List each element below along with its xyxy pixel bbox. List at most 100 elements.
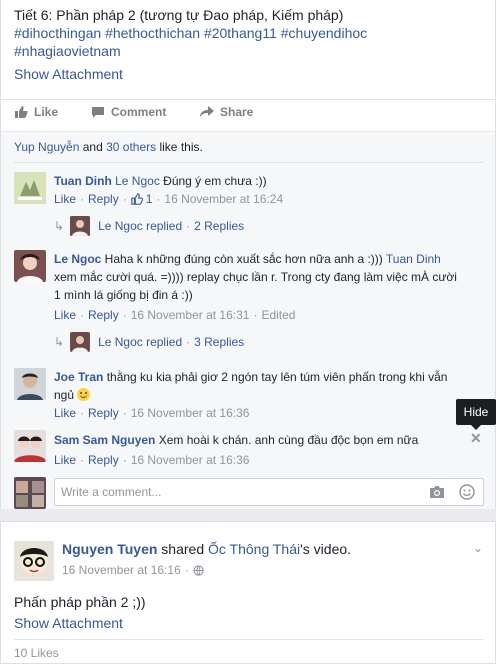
comment-text: Tuan Dinh Le Ngoc Đúng ý em chưa :)) <box>54 172 464 190</box>
thumbs-up-icon <box>131 193 143 205</box>
comment-meta: Like · Reply · 16 November at 16:31 · Edite… <box>54 308 296 322</box>
thumbs-up-icon <box>15 106 28 118</box>
reply-arrow-icon: ↳ <box>54 219 65 233</box>
divider <box>14 162 484 163</box>
chevron-down-icon[interactable]: ⌄ <box>473 541 483 555</box>
post-hashtags-2[interactable]: #nhagiaovietnam <box>14 42 484 60</box>
post-text: Tiết 6: Phần pháp 2 (tương tự Đao pháp, … <box>14 6 484 60</box>
avatar-image-icon <box>14 172 46 204</box>
avatar-image-icon <box>14 541 54 581</box>
comment-meta: Like · Reply · 16 November at 16:36 <box>54 453 250 467</box>
shared-post-header: Nguyen Tuyen shared Ốc Thông Thái's vide… <box>62 541 351 557</box>
avatar[interactable] <box>14 541 54 581</box>
liker-name[interactable]: Yup Nguyễn <box>14 140 79 154</box>
comment-reply-link[interactable]: Reply <box>88 453 119 467</box>
close-icon[interactable]: ✕ <box>470 430 482 447</box>
post-card: Tiết 6: Phần pháp 2 (tương tự Đao pháp, … <box>0 0 496 509</box>
avatar-image-icon <box>14 368 46 400</box>
share-icon <box>200 106 214 117</box>
comment-time[interactable]: 16 November at 16:36 <box>131 453 250 467</box>
comment-reply-link[interactable]: Reply <box>88 308 119 322</box>
shared-text: shared <box>157 541 209 557</box>
comments-section: Yup Nguyễn and 30 others like this. Tuan… <box>1 131 495 509</box>
likes-and: and <box>79 140 107 154</box>
comment-body: Haha k những đúng còn xuất sắc hơn nữa a… <box>101 252 386 266</box>
others-link[interactable]: 30 others <box>106 140 156 154</box>
shared-post-card: Nguyen Tuyen shared Ốc Thông Thái's vide… <box>0 521 496 664</box>
shared-post-author[interactable]: Nguyen Tuyen <box>62 541 157 557</box>
mention[interactable]: Le Ngoc <box>115 174 160 188</box>
comment-like-link[interactable]: Like <box>54 192 76 206</box>
replies-count[interactable]: 3 Replies <box>194 335 244 349</box>
reply-arrow-icon: ↳ <box>54 335 65 349</box>
comment-author[interactable]: Le Ngoc <box>54 252 101 266</box>
comment-icon <box>92 107 104 118</box>
comment-input-placeholder: Write a comment... <box>61 485 162 499</box>
hide-tooltip: Hide <box>456 399 496 430</box>
replied-by[interactable]: Le Ngoc replied <box>98 335 182 349</box>
comment-like-link[interactable]: Like <box>54 453 76 467</box>
comment-meta: Like · Reply · 16 November at 16:36 <box>54 406 250 420</box>
avatar[interactable] <box>14 430 46 462</box>
comment-like-link[interactable]: Like <box>54 308 76 322</box>
comment-author[interactable]: Joe Tran <box>54 370 103 384</box>
my-avatar[interactable] <box>14 477 46 509</box>
like-label: Like <box>34 105 59 119</box>
globe-icon[interactable] <box>193 564 204 576</box>
likes-summary: Yup Nguyễn and 30 others like this. <box>14 140 203 154</box>
comment-reply-link[interactable]: Reply <box>88 192 119 206</box>
comment-body: thằng ku kia phải giơ 2 ngón tay lên túm… <box>54 370 448 402</box>
replies-count[interactable]: 2 Replies <box>194 219 244 233</box>
comment-body: xem mắc cười quá. =)))) replay chục lần … <box>54 270 457 302</box>
comment-label: Comment <box>111 105 167 119</box>
shared-page-link[interactable]: Ốc Thông Thái <box>208 541 300 557</box>
comment-time[interactable]: 16 November at 16:36 <box>131 406 250 420</box>
shared-post-body: Phấn pháp phần 2 ;)) <box>14 594 146 610</box>
camera-icon[interactable] <box>429 485 445 499</box>
shared-post-time: 16 November at 16:16 · <box>62 563 204 577</box>
share-button[interactable]: Share <box>200 105 253 119</box>
shared-suffix: 's video. <box>300 541 352 557</box>
comment-author[interactable]: Tuan Dinh <box>54 174 112 188</box>
replies-row[interactable]: ↳ Le Ngoc replied · 2 Replies <box>54 216 244 236</box>
post-timestamp[interactable]: 16 November at 16:16 <box>62 563 181 577</box>
comment-body: Xem hoài k chán. anh cùng đầu độc bọn em… <box>155 433 419 447</box>
comment-text: Le Ngoc Haha k những đúng còn xuất sắc h… <box>54 250 464 304</box>
comment-time[interactable]: 16 November at 16:31 <box>131 308 250 322</box>
show-attachment-link[interactable]: Show Attachment <box>14 615 123 631</box>
avatar-image-icon <box>14 250 46 282</box>
comment-author[interactable]: Sam Sam Nguyen <box>54 433 155 447</box>
emoji-icon[interactable] <box>459 484 475 500</box>
comment-like-link[interactable]: Like <box>54 406 76 420</box>
likes-count[interactable]: 10 Likes <box>14 646 59 660</box>
comment-text: Sam Sam Nguyen Xem hoài k chán. anh cùng… <box>54 431 464 449</box>
comment-reply-link[interactable]: Reply <box>88 406 119 420</box>
replied-by[interactable]: Le Ngoc replied <box>98 219 182 233</box>
reply-avatar <box>70 216 91 236</box>
avatar[interactable] <box>14 172 46 204</box>
comment-text: Joe Tran thằng ku kia phải giơ 2 ngón ta… <box>54 368 464 404</box>
avatar[interactable] <box>14 250 46 282</box>
post-hashtags-1[interactable]: #dihocthingan #hethocthichan #20thang11 … <box>14 24 484 42</box>
comment-body: Đúng ý em chưa :)) <box>159 174 267 188</box>
like-button[interactable]: Like <box>14 105 58 119</box>
likes-suffix: like this. <box>156 140 203 154</box>
comment-like-count[interactable]: 1 <box>146 192 153 206</box>
edited-label[interactable]: Edited <box>261 308 295 322</box>
share-label: Share <box>220 105 254 119</box>
replies-row[interactable]: ↳ Le Ngoc replied · 3 Replies <box>54 332 244 352</box>
avatar-image-icon <box>14 477 46 509</box>
mention[interactable]: Tuan Dinh <box>386 252 441 266</box>
smile-emoji-icon <box>77 388 91 401</box>
comment-meta: Like · Reply · 1 · 16 November at 16:24 <box>54 192 284 206</box>
post-caption: Tiết 6: Phần pháp 2 (tương tự Đao pháp, … <box>14 7 344 23</box>
comment-button[interactable]: Comment <box>91 105 166 119</box>
show-attachment-link[interactable]: Show Attachment <box>14 66 123 82</box>
divider <box>14 639 484 640</box>
post-actions-bar: Like Comment Share <box>1 99 495 127</box>
avatar[interactable] <box>14 368 46 400</box>
avatar-image-icon <box>14 430 46 462</box>
comment-time[interactable]: 16 November at 16:24 <box>164 192 283 206</box>
comment-input[interactable]: Write a comment... <box>54 478 484 506</box>
reply-avatar <box>70 332 91 352</box>
